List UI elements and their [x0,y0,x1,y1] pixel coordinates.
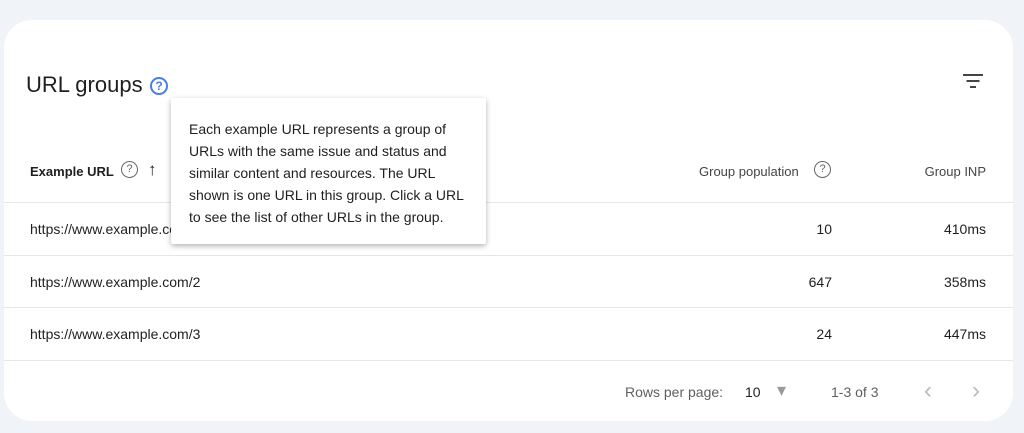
rows-per-page-select[interactable]: 10 [745,384,761,400]
table-row[interactable]: https://www.example.com/2 647 358ms [4,255,1013,308]
row-population: 24 [816,326,832,342]
card-title: URL groups [26,72,143,98]
row-url[interactable]: https://www.example.com/2 [30,274,200,290]
row-population: 647 [809,274,832,290]
example-url-help-icon[interactable]: ? [121,161,138,178]
column-header-example-url[interactable]: Example URL [30,164,114,179]
table-divider [4,360,1013,361]
help-icon[interactable]: ? [150,77,168,95]
table-row[interactable]: https://www.example.com/3 24 447ms [4,307,1013,360]
rows-per-page-label: Rows per page: [625,384,723,400]
row-inp: 410ms [944,221,986,237]
previous-page-icon[interactable]: ‹ [924,377,932,405]
url-groups-card: URL groups ? Example URL ? ↑ Group popul… [4,20,1013,421]
dropdown-arrow-icon[interactable]: ▾ [777,380,786,401]
group-population-help-icon[interactable]: ? [814,161,831,178]
table-row[interactable]: https://www.example.com/1 10 410ms [4,202,1013,255]
column-header-group-inp[interactable]: Group INP [925,164,986,179]
filter-icon[interactable] [962,73,984,89]
row-population: 10 [816,221,832,237]
help-tooltip: Each example URL represents a group of U… [171,98,486,244]
row-url[interactable]: https://www.example.com/3 [30,326,200,342]
pagination-range: 1-3 of 3 [831,384,878,400]
row-inp: 358ms [944,274,986,290]
column-header-group-population[interactable]: Group population [699,164,799,179]
row-inp: 447ms [944,326,986,342]
next-page-icon[interactable]: › [972,377,980,405]
sort-ascending-icon[interactable]: ↑ [148,160,157,180]
